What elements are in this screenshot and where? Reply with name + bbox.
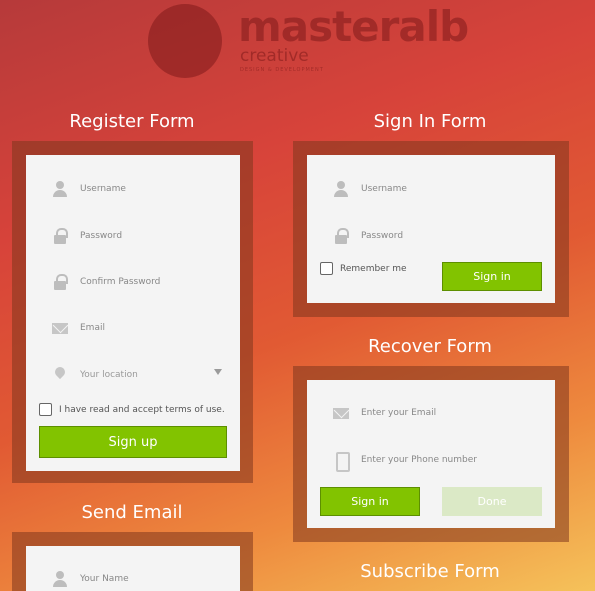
mail-icon — [333, 405, 349, 421]
recover-email-field[interactable]: Enter your Email — [307, 390, 555, 436]
sign-up-button[interactable]: Sign up — [39, 426, 227, 458]
register-password-field[interactable]: Password — [26, 213, 240, 259]
recover-form-card: Enter your Email Enter your Phone number… — [307, 380, 555, 528]
terms-checkbox[interactable] — [39, 403, 52, 416]
register-form-card: Username Password Confirm Password Email… — [26, 155, 240, 471]
brand-logo: masteralb creative DESIGN & DEVELOPMENT — [148, 4, 469, 84]
register-username-field[interactable]: Username — [26, 166, 240, 212]
signin-password-placeholder: Password — [361, 231, 404, 241]
subscribe-form-title: Subscribe Form — [360, 561, 500, 582]
recover-phone-field[interactable]: Enter your Phone number — [307, 437, 555, 483]
sign-in-form-frame: Username Password Remember me Sign in — [293, 141, 569, 317]
brand-subtitle: creative — [240, 46, 309, 66]
recover-phone-placeholder: Enter your Phone number — [361, 455, 477, 465]
register-password-placeholder: Password — [80, 231, 123, 241]
send-email-name-field[interactable]: Your Name — [26, 556, 240, 591]
user-icon — [52, 571, 68, 587]
remember-me-row[interactable]: Remember me — [320, 262, 407, 275]
location-pin-icon — [52, 367, 68, 383]
register-email-placeholder: Email — [80, 323, 105, 333]
recover-done-button[interactable]: Done — [442, 487, 542, 516]
recover-sign-in-button[interactable]: Sign in — [320, 487, 420, 516]
sign-in-form-card: Username Password Remember me Sign in — [307, 155, 555, 303]
signin-password-field[interactable]: Password — [307, 213, 555, 259]
phone-icon — [333, 452, 350, 472]
send-email-title: Send Email — [81, 502, 183, 523]
register-location-placeholder: Your location — [80, 370, 138, 380]
signin-username-placeholder: Username — [361, 184, 407, 194]
mail-icon — [52, 320, 68, 336]
brand-name: masteralb — [238, 2, 469, 51]
register-username-placeholder: Username — [80, 184, 126, 194]
brand-tagline: DESIGN & DEVELOPMENT — [240, 67, 324, 73]
logo-mark-icon — [148, 4, 222, 78]
chevron-down-icon[interactable] — [214, 369, 222, 375]
send-email-name-placeholder: Your Name — [80, 574, 129, 584]
sign-in-button[interactable]: Sign in — [442, 262, 542, 291]
register-confirm-password-field[interactable]: Confirm Password — [26, 259, 240, 305]
send-email-card: Your Name — [26, 546, 240, 591]
register-location-select[interactable]: Your location — [26, 352, 240, 398]
recover-email-placeholder: Enter your Email — [361, 408, 437, 418]
remember-me-checkbox[interactable] — [320, 262, 333, 275]
recover-form-title: Recover Form — [368, 336, 492, 357]
lock-icon — [333, 228, 349, 244]
lock-icon — [52, 274, 68, 290]
register-confirm-placeholder: Confirm Password — [80, 277, 161, 287]
register-form-frame: Username Password Confirm Password Email… — [12, 141, 253, 483]
user-icon — [333, 181, 349, 197]
register-email-field[interactable]: Email — [26, 305, 240, 351]
terms-checkbox-row[interactable]: I have read and accept terms of use. — [39, 403, 225, 416]
terms-label: I have read and accept terms of use. — [59, 404, 225, 415]
signin-username-field[interactable]: Username — [307, 166, 555, 212]
user-icon — [52, 181, 68, 197]
sign-in-form-title: Sign In Form — [373, 111, 487, 132]
recover-form-frame: Enter your Email Enter your Phone number… — [293, 366, 569, 542]
send-email-frame: Your Name — [12, 532, 253, 591]
register-form-title: Register Form — [69, 111, 195, 132]
remember-me-label: Remember me — [340, 263, 407, 274]
lock-icon — [52, 228, 68, 244]
